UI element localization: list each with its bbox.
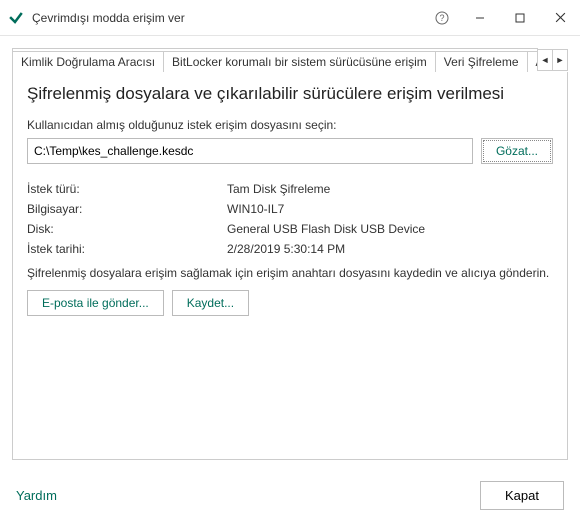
kv-value: Tam Disk Şifreleme <box>227 182 553 196</box>
app-logo-icon <box>8 10 24 26</box>
file-path-input[interactable] <box>27 138 473 164</box>
kv-request-date: İstek tarihi: 2/28/2019 5:30:14 PM <box>27 242 553 256</box>
kv-key: Bilgisayar: <box>27 202 227 216</box>
footer: Yardım Kapat <box>0 466 580 524</box>
tab-scroll-right-icon[interactable]: ► <box>552 49 568 71</box>
kv-key: İstek türü: <box>27 182 227 196</box>
tabs-row: Kimlik Doğrulama Aracısı BitLocker korum… <box>12 48 568 72</box>
window-title: Çevrimdışı modda erişim ver <box>32 11 424 25</box>
instruction-text: Şifrelenmiş dosyalara erişim sağlamak iç… <box>27 266 553 280</box>
tab-auth-agent[interactable]: Kimlik Doğrulama Aracısı <box>12 51 164 72</box>
kv-disk: Disk: General USB Flash Disk USB Device <box>27 222 553 236</box>
window-controls <box>460 0 580 36</box>
file-row: Gözat... <box>27 138 553 164</box>
kv-value: 2/28/2019 5:30:14 PM <box>227 242 553 256</box>
close-button[interactable]: Kapat <box>480 481 564 510</box>
svg-text:?: ? <box>439 13 444 23</box>
tab-scroll: ◄ ► <box>538 48 568 70</box>
tab-bitlocker[interactable]: BitLocker korumalı bir sistem sürücüsüne… <box>163 51 436 72</box>
tab-data-encryption[interactable]: Veri Şifreleme <box>435 51 528 72</box>
save-button[interactable]: Kaydet... <box>172 290 249 316</box>
kv-value: WIN10-IL7 <box>227 202 553 216</box>
close-window-button[interactable] <box>540 0 580 36</box>
help-link[interactable]: Yardım <box>16 488 57 503</box>
file-select-label: Kullanıcıdan almış olduğunuz istek erişi… <box>27 118 553 132</box>
help-icon[interactable]: ? <box>424 0 460 36</box>
kv-key: İstek tarihi: <box>27 242 227 256</box>
panel-heading: Şifrelenmiş dosyalara ve çıkarılabilir s… <box>27 84 553 104</box>
kv-key: Disk: <box>27 222 227 236</box>
kv-computer: Bilgisayar: WIN10-IL7 <box>27 202 553 216</box>
tab-body: Şifrelenmiş dosyalara ve çıkarılabilir s… <box>13 72 567 459</box>
action-row: E-posta ile gönder... Kaydet... <box>27 290 553 316</box>
minimize-button[interactable] <box>460 0 500 36</box>
kv-value: General USB Flash Disk USB Device <box>227 222 553 236</box>
content-frame: Kimlik Doğrulama Aracısı BitLocker korum… <box>12 48 568 460</box>
maximize-button[interactable] <box>500 0 540 36</box>
browse-button[interactable]: Gözat... <box>481 138 553 164</box>
titlebar: Çevrimdışı modda erişim ver ? <box>0 0 580 36</box>
tab-scroll-left-icon[interactable]: ◄ <box>537 49 553 71</box>
send-email-button[interactable]: E-posta ile gönder... <box>27 290 164 316</box>
kv-request-type: İstek türü: Tam Disk Şifreleme <box>27 182 553 196</box>
